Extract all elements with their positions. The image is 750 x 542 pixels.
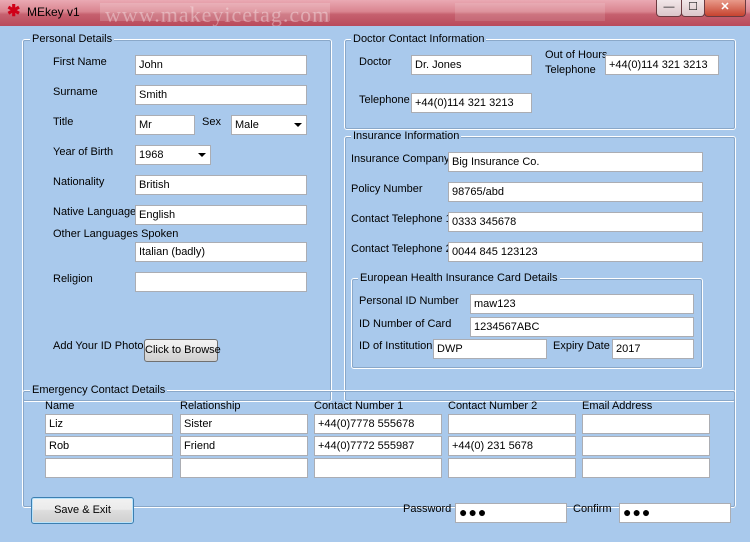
column-header-contact-1: Contact Number 1 <box>314 400 404 412</box>
password-field[interactable]: ●●● <box>455 503 567 523</box>
nationality-label: Nationality <box>53 176 105 188</box>
doctor-contact-group: Doctor Contact Information Doctor Dr. Jo… <box>344 33 736 130</box>
emergency-row1-contact-1[interactable]: +44(0)7778 555678 <box>314 414 442 434</box>
column-header-contact-2: Contact Number 2 <box>448 400 538 412</box>
window-title: MEkey v1 <box>27 5 80 19</box>
first-name-label: First Name <box>53 56 107 68</box>
institution-id-field[interactable]: DWP <box>433 339 547 359</box>
emergency-row1-relationship[interactable]: Sister <box>180 414 308 434</box>
doctor-telephone-field[interactable]: +44(0)114 321 3213 <box>411 93 532 113</box>
confirm-password-label: Confirm <box>573 503 612 515</box>
confirm-password-field[interactable]: ●●● <box>619 503 731 523</box>
native-language-label: Native Language <box>53 206 137 218</box>
year-of-birth-value: 1968 <box>139 149 164 161</box>
policy-number-label: Policy Number <box>351 183 423 195</box>
close-button[interactable]: ✕ <box>704 0 746 17</box>
chevron-down-icon <box>198 153 206 157</box>
card-id-label: ID Number of Card <box>359 318 452 330</box>
emergency-row2-email[interactable] <box>582 436 710 456</box>
emergency-row1-contact-2[interactable] <box>448 414 576 434</box>
religion-field[interactable] <box>135 272 307 292</box>
first-name-field[interactable]: John <box>135 55 307 75</box>
emergency-row3-contact-1[interactable] <box>314 458 442 478</box>
insurance-company-field[interactable]: Big Insurance Co. <box>448 152 703 172</box>
card-id-field[interactable]: 1234567ABC <box>470 317 694 337</box>
religion-label: Religion <box>53 273 93 285</box>
column-header-name: Name <box>45 400 75 412</box>
emergency-row3-name[interactable] <box>45 458 173 478</box>
title-field[interactable]: Mr <box>135 115 195 135</box>
contact-telephone-2-label: Contact Telephone 2 <box>351 243 452 255</box>
policy-number-field[interactable]: 98765/abd <box>448 182 703 202</box>
personal-details-legend: Personal Details <box>30 33 115 46</box>
form-client-area: Personal Details First Name John Surname… <box>6 26 744 536</box>
emergency-row1-email[interactable] <box>582 414 710 434</box>
insurance-company-label: Insurance Company <box>351 153 450 165</box>
save-and-exit-button[interactable]: Save & Exit <box>31 497 134 524</box>
chevron-down-icon <box>294 123 302 127</box>
emergency-row1-name[interactable]: Liz <box>45 414 173 434</box>
emergency-row2-contact-2[interactable]: +44(0) 231 5678 <box>448 436 576 456</box>
surname-field[interactable]: Smith <box>135 85 307 105</box>
title-bar-banner-text: www.makeyicetag.com <box>105 2 331 27</box>
doctor-contact-legend: Doctor Contact Information <box>351 33 487 46</box>
expiry-date-label: Expiry Date <box>553 340 610 352</box>
contact-telephone-1-field[interactable]: 0333 345678 <box>448 212 703 232</box>
emergency-row3-email[interactable] <box>582 458 710 478</box>
column-header-email: Email Address <box>582 400 653 412</box>
sex-label: Sex <box>202 116 221 128</box>
doctor-telephone-label: Telephone <box>359 94 410 106</box>
sex-value: Male <box>235 119 259 131</box>
out-of-hours-label-line1: Out of Hours <box>545 49 608 61</box>
year-of-birth-dropdown[interactable]: 1968 <box>135 145 211 165</box>
insurance-legend: Insurance Information <box>351 130 462 143</box>
maximize-button[interactable]: ☐ <box>681 0 705 17</box>
minimize-button[interactable]: — <box>656 0 682 17</box>
ehic-legend: European Health Insurance Card Details <box>358 272 560 285</box>
id-photo-label: Add Your ID Photo <box>53 340 144 352</box>
surname-label: Surname <box>53 86 98 98</box>
column-header-relationship: Relationship <box>180 400 241 412</box>
doctor-field[interactable]: Dr. Jones <box>411 55 532 75</box>
personal-id-field[interactable]: maw123 <box>470 294 694 314</box>
nationality-field[interactable]: British <box>135 175 307 195</box>
title-label: Title <box>53 116 74 128</box>
other-languages-field[interactable]: Italian (badly) <box>135 242 307 262</box>
browse-photo-button[interactable]: Click to Browse <box>144 339 221 362</box>
emergency-row2-name[interactable]: Rob <box>45 436 173 456</box>
doctor-label: Doctor <box>359 56 392 68</box>
out-of-hours-label-line2: Telephone <box>545 64 596 76</box>
emergency-row3-contact-2[interactable] <box>448 458 576 478</box>
institution-id-label: ID of Institution <box>359 340 433 352</box>
ehic-group: European Health Insurance Card Details P… <box>351 272 703 369</box>
personal-id-label: Personal ID Number <box>359 295 459 307</box>
expiry-date-field[interactable]: 2017 <box>612 339 694 359</box>
contact-telephone-1-label: Contact Telephone 1 <box>351 213 452 225</box>
sex-dropdown[interactable]: Male <box>231 115 307 135</box>
native-language-field[interactable]: English <box>135 205 307 225</box>
out-of-hours-phone-field[interactable]: +44(0)114 321 3213 <box>605 55 719 75</box>
personal-details-group: Personal Details First Name John Surname… <box>22 33 332 402</box>
emergency-row3-relationship[interactable] <box>180 458 308 478</box>
year-of-birth-label: Year of Birth <box>53 146 114 158</box>
app-icon: ✱ <box>7 3 21 20</box>
title-bar[interactable]: www.makeyicetag.com ✱ MEkey v1 — ☐ ✕ <box>0 0 750 27</box>
other-languages-label: Other Languages Spoken <box>53 228 179 240</box>
emergency-contact-group: Emergency Contact Details Name Relations… <box>22 384 736 508</box>
emergency-contact-legend: Emergency Contact Details <box>30 384 168 397</box>
password-label: Password <box>403 503 452 515</box>
contact-telephone-2-field[interactable]: 0044 845 123123 <box>448 242 703 262</box>
emergency-row2-relationship[interactable]: Friend <box>180 436 308 456</box>
insurance-group: Insurance Information Insurance Company … <box>344 130 736 402</box>
title-bar-blur <box>455 3 605 21</box>
emergency-row2-contact-1[interactable]: +44(0)7772 555987 <box>314 436 442 456</box>
